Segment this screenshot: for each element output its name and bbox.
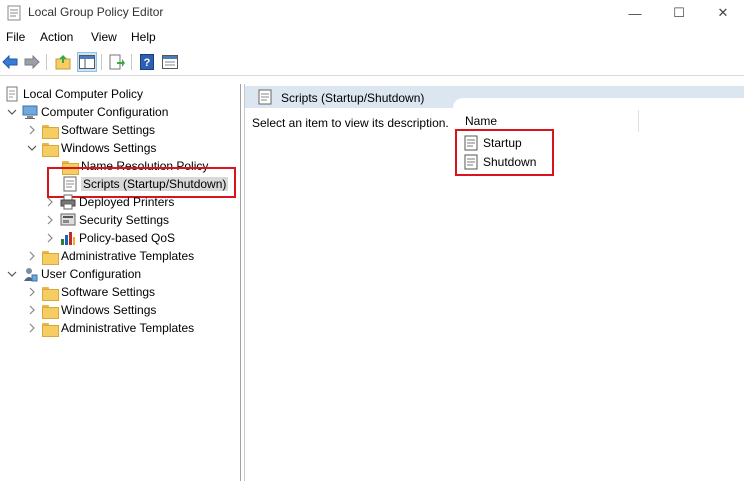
toolbar-separator (46, 54, 47, 70)
chevron-right-icon[interactable] (26, 304, 38, 316)
tree-node-policy-based-qos[interactable]: Policy-based QoS (44, 229, 175, 247)
group-policy-app-icon (7, 5, 21, 21)
window-title: Local Group Policy Editor (28, 5, 164, 19)
tree-node-security-settings[interactable]: Security Settings (44, 211, 169, 229)
toolbar: ? (0, 50, 744, 76)
tree-node-uc-administrative-templates[interactable]: Administrative Templates (26, 319, 194, 337)
up-folder-icon (55, 55, 71, 70)
highlight-box (455, 129, 554, 176)
tree-node-cc-software-settings[interactable]: Software Settings (26, 121, 155, 139)
close-button[interactable]: ✕ (700, 0, 744, 26)
menu-bar: File Action View Help (0, 28, 744, 48)
policy-document-icon (6, 86, 18, 102)
folder-icon (42, 322, 59, 337)
details-pane: Scripts (Startup/Shutdown) Select an ite… (244, 84, 744, 481)
chevron-right-icon[interactable] (26, 124, 38, 136)
maximize-button[interactable]: ☐ (656, 0, 702, 26)
chevron-down-icon[interactable] (6, 106, 18, 118)
forward-button[interactable] (22, 52, 42, 72)
header-tab-shape (453, 98, 744, 110)
tree-node-uc-software-settings[interactable]: Software Settings (26, 283, 155, 301)
close-icon: ✕ (717, 5, 729, 20)
tree-label: Software Settings (61, 285, 156, 299)
bar-chart-icon (61, 232, 75, 245)
console-tree[interactable]: Local Computer Policy Computer Configura… (0, 84, 241, 481)
menu-action[interactable]: Action (40, 30, 73, 44)
toolbar-separator (131, 54, 132, 70)
menu-file[interactable]: File (6, 30, 25, 44)
maximize-icon: ☐ (673, 5, 685, 20)
show-hide-tree-icon (79, 55, 95, 69)
help-icon: ? (140, 54, 154, 70)
folder-icon (42, 286, 59, 301)
chevron-right-icon[interactable] (44, 214, 56, 226)
menu-help[interactable]: Help (131, 30, 156, 44)
tree-label: Policy-based QoS (79, 231, 176, 245)
tree-node-uc-windows-settings[interactable]: Windows Settings (26, 301, 156, 319)
properties-button[interactable] (160, 52, 180, 72)
tree-label: Security Settings (79, 213, 170, 227)
forward-arrow-icon (24, 55, 40, 69)
title-bar: Local Group Policy Editor — ☐ ✕ (0, 0, 744, 26)
tree-label: Software Settings (61, 123, 156, 137)
folder-icon (42, 250, 59, 265)
tree-node-computer-configuration[interactable]: Computer Configuration (6, 103, 168, 121)
menu-view[interactable]: View (91, 30, 117, 44)
folder-icon (42, 124, 59, 139)
show-hide-tree-button[interactable] (77, 52, 97, 72)
up-one-level-button[interactable] (53, 52, 73, 72)
export-list-button[interactable] (107, 52, 127, 72)
chevron-down-icon[interactable] (26, 142, 38, 154)
back-arrow-icon (2, 55, 18, 69)
folder-icon (42, 304, 59, 319)
tree-label: Computer Configuration (41, 105, 169, 119)
minimize-icon: — (628, 5, 642, 21)
script-icon (258, 89, 272, 105)
column-header-name[interactable]: Name (465, 114, 497, 128)
tree-node-local-computer-policy[interactable]: Local Computer Policy (4, 85, 143, 103)
chevron-down-icon[interactable] (6, 268, 18, 280)
folder-icon (42, 142, 59, 157)
item-description: Select an item to view its description. (252, 116, 449, 130)
minimize-button[interactable]: — (612, 0, 658, 26)
chevron-right-icon[interactable] (44, 196, 56, 208)
back-button[interactable] (0, 52, 20, 72)
tree-label: Windows Settings (61, 303, 157, 317)
tree-label: Deployed Printers (79, 195, 175, 209)
column-divider[interactable] (638, 110, 639, 132)
tree-node-cc-windows-settings[interactable]: Windows Settings (26, 139, 156, 157)
chevron-right-icon[interactable] (26, 250, 38, 262)
tree-node-user-configuration[interactable]: User Configuration (6, 265, 141, 283)
user-icon (24, 268, 38, 282)
help-button[interactable]: ? (137, 52, 157, 72)
details-header: Scripts (Startup/Shutdown) (245, 86, 744, 110)
tree-label: Windows Settings (61, 141, 157, 155)
tree-label: Administrative Templates (61, 321, 195, 335)
details-title: Scripts (Startup/Shutdown) (281, 91, 425, 105)
tree-label: User Configuration (41, 267, 142, 281)
security-settings-icon (60, 213, 76, 226)
tree-label: Administrative Templates (61, 249, 195, 263)
export-list-icon (109, 54, 125, 70)
svg-text:?: ? (144, 57, 151, 69)
properties-icon (162, 55, 178, 69)
toolbar-separator (101, 54, 102, 70)
tree-node-deployed-printers[interactable]: Deployed Printers (44, 193, 174, 211)
chevron-right-icon[interactable] (44, 232, 56, 244)
tree-label: Local Computer Policy (23, 87, 144, 101)
tree-node-cc-administrative-templates[interactable]: Administrative Templates (26, 247, 194, 265)
chevron-right-icon[interactable] (26, 322, 38, 334)
printer-icon (60, 194, 76, 210)
computer-icon (22, 105, 38, 119)
chevron-right-icon[interactable] (26, 286, 38, 298)
